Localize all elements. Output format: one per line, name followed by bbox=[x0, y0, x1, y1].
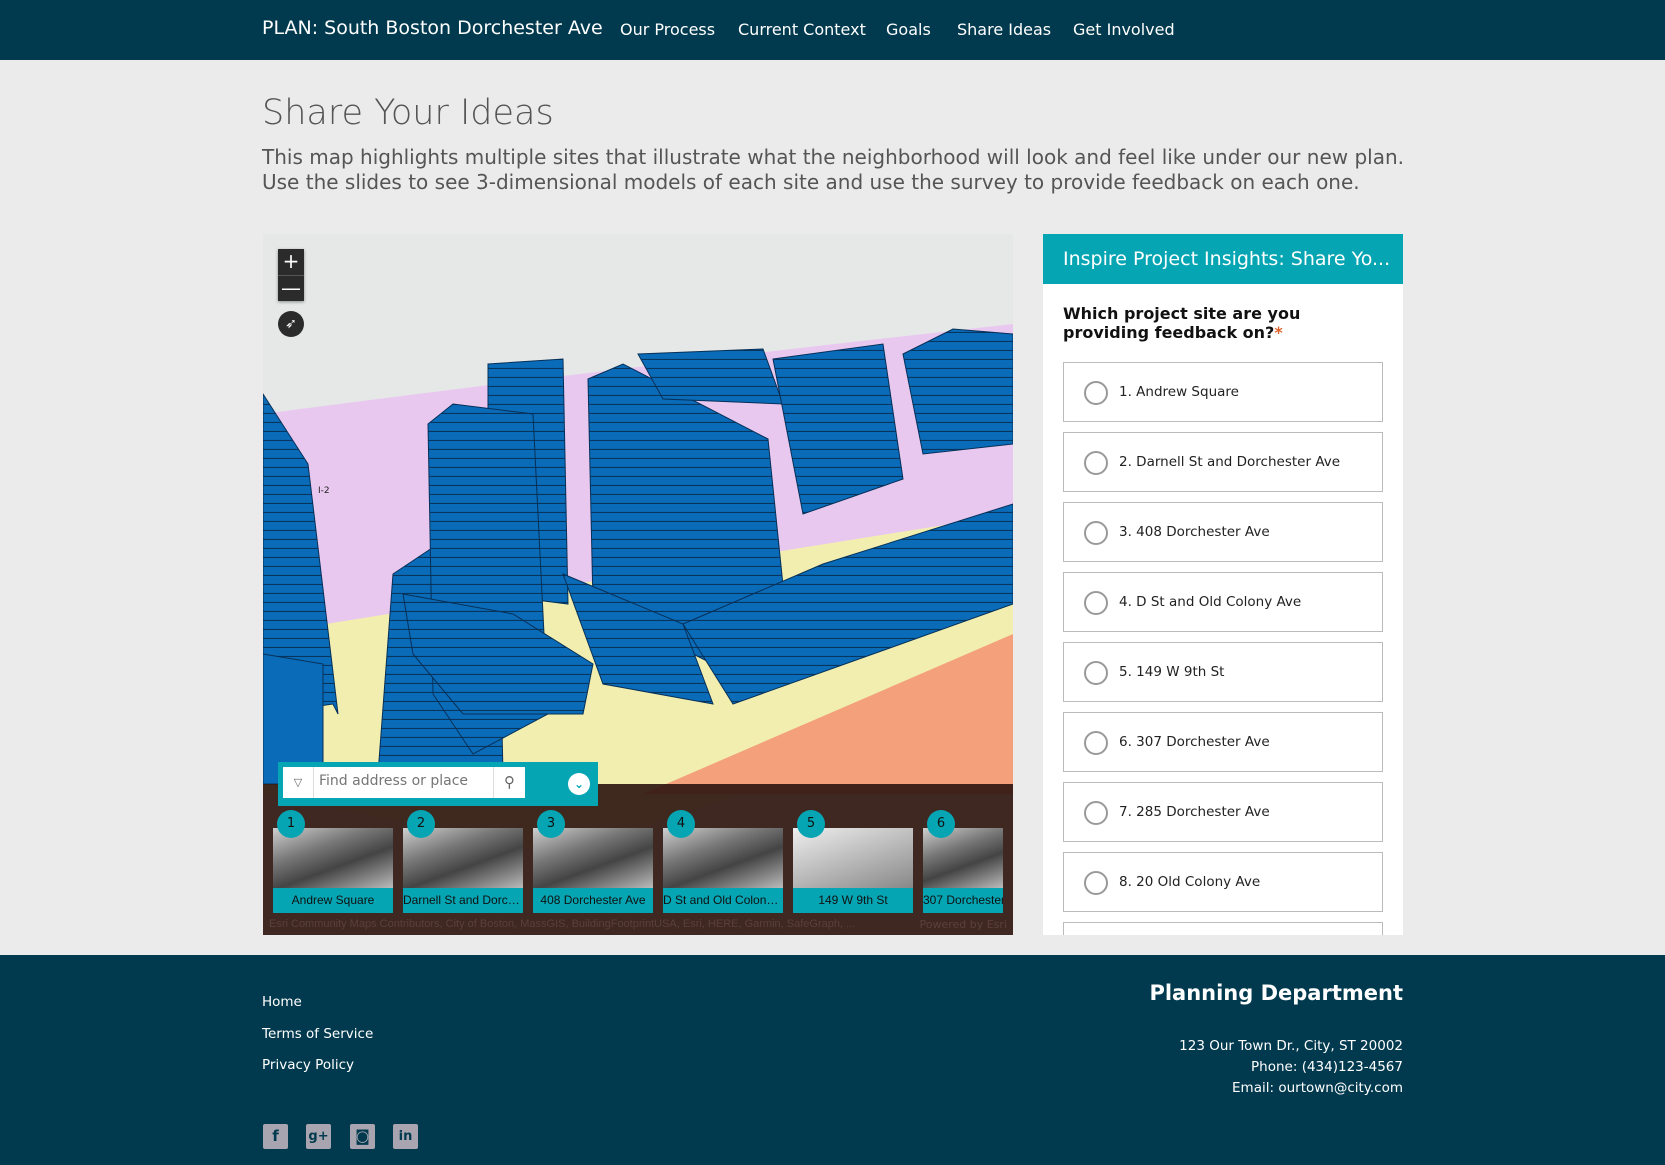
slide-1[interactable]: Andrew Square 1 bbox=[273, 810, 393, 913]
slide-number: 4 bbox=[667, 810, 695, 838]
option-408-dorchester[interactable]: 3. 408 Dorchester Ave bbox=[1063, 502, 1383, 562]
footer: Home Terms of Service Privacy Policy Pla… bbox=[0, 955, 1665, 1165]
survey-panel: Inspire Project Insights: Share Yo... Wh… bbox=[1043, 234, 1403, 935]
slide-label: 307 Dorchester Ave bbox=[923, 888, 1003, 913]
nav-get-involved[interactable]: Get Involved bbox=[1073, 20, 1175, 39]
nav-current-context[interactable]: Current Context bbox=[738, 20, 866, 39]
radio-button[interactable] bbox=[1084, 801, 1108, 825]
zoom-out-button[interactable]: — bbox=[278, 275, 304, 301]
zoom-in-button[interactable]: + bbox=[278, 249, 304, 275]
map-attribution: Esri Community Maps Contributors, City o… bbox=[269, 918, 856, 930]
site-brand[interactable]: PLAN: South Boston Dorchester Ave bbox=[262, 17, 603, 39]
chevron-down-icon[interactable]: ⌄ bbox=[568, 773, 590, 795]
radio-button[interactable] bbox=[1084, 381, 1108, 405]
search-icon[interactable]: ⚲ bbox=[493, 767, 525, 798]
top-nav: PLAN: South Boston Dorchester Ave Our Pr… bbox=[0, 0, 1665, 60]
option-andrew-square[interactable]: 1. Andrew Square bbox=[1063, 362, 1383, 422]
footer-email[interactable]: Email: ourtown@city.com bbox=[1232, 1080, 1403, 1096]
option-label: 6. 307 Dorchester Ave bbox=[1119, 734, 1270, 750]
instagram-icon[interactable]: ◙ bbox=[350, 1124, 375, 1149]
radio-button[interactable] bbox=[1084, 661, 1108, 685]
slide-label: D St and Old Colony Ave bbox=[663, 888, 783, 913]
nav-our-process[interactable]: Our Process bbox=[620, 20, 715, 39]
footer-link-privacy[interactable]: Privacy Policy bbox=[262, 1057, 354, 1073]
footer-link-home[interactable]: Home bbox=[262, 994, 302, 1010]
radio-button[interactable] bbox=[1084, 871, 1108, 895]
option-label: 5. 149 W 9th St bbox=[1119, 664, 1225, 680]
zoom-control: + — bbox=[278, 249, 304, 301]
footer-address: 123 Our Town Dr., City, ST 20002 bbox=[1179, 1038, 1403, 1054]
search-input[interactable] bbox=[319, 773, 484, 789]
option-label: 8. 20 Old Colony Ave bbox=[1119, 874, 1261, 890]
google-plus-icon[interactable]: g+ bbox=[306, 1124, 331, 1149]
option-149-w-9th[interactable]: 5. 149 W 9th St bbox=[1063, 642, 1383, 702]
slide-label: Andrew Square bbox=[273, 888, 393, 913]
slide-5[interactable]: 149 W 9th St 5 bbox=[793, 810, 913, 913]
page-title: Share Your Ideas bbox=[262, 93, 554, 133]
nav-share-ideas[interactable]: Share Ideas bbox=[957, 20, 1051, 39]
option-d-st[interactable]: 4. D St and Old Colony Ave bbox=[1063, 572, 1383, 632]
search-widget: ▽ ⚲ ⌄ bbox=[278, 762, 598, 806]
option-label: 1. Andrew Square bbox=[1119, 384, 1239, 400]
radio-button[interactable] bbox=[1084, 521, 1108, 545]
footer-phone: Phone: (434)123-4567 bbox=[1251, 1059, 1403, 1075]
option-285-dorchester[interactable]: 7. 285 Dorchester Ave bbox=[1063, 782, 1383, 842]
required-marker: * bbox=[1274, 323, 1283, 342]
slide-3[interactable]: 408 Dorchester Ave 3 bbox=[533, 810, 653, 913]
radio-button[interactable] bbox=[1084, 451, 1108, 475]
compass-icon[interactable]: ➶ bbox=[278, 311, 304, 337]
footer-link-terms[interactable]: Terms of Service bbox=[262, 1026, 373, 1042]
survey-title: Inspire Project Insights: Share Yo... bbox=[1043, 234, 1403, 284]
slide-number: 6 bbox=[927, 810, 955, 838]
option-label: 2. Darnell St and Dorchester Ave bbox=[1119, 454, 1341, 470]
slide-2[interactable]: Darnell St and Dorchester Ave 2 bbox=[403, 810, 523, 913]
slide-label: Darnell St and Dorchester Ave bbox=[403, 888, 523, 913]
slide-number: 5 bbox=[797, 810, 825, 838]
option-label: 3. 408 Dorchester Ave bbox=[1119, 524, 1270, 540]
road-label: I-2 bbox=[318, 486, 330, 496]
linkedin-icon[interactable]: in bbox=[393, 1124, 418, 1149]
slide-number: 1 bbox=[277, 810, 305, 838]
facebook-icon[interactable]: f bbox=[263, 1124, 288, 1149]
intro-text: This map highlights multiple sites that … bbox=[262, 145, 1405, 194]
slide-number: 2 bbox=[407, 810, 435, 838]
option-next[interactable] bbox=[1063, 922, 1383, 935]
scene-map[interactable]: I-2 + — ➶ ▽ ⚲ ⌄ Andrew Square 1 Darnell S… bbox=[263, 234, 1013, 935]
slide-4[interactable]: D St and Old Colony Ave 4 bbox=[663, 810, 783, 913]
powered-by-esri[interactable]: Powered by Esri bbox=[919, 918, 1007, 931]
survey-question: Which project site are you providing fee… bbox=[1063, 304, 1383, 342]
nav-goals[interactable]: Goals bbox=[886, 20, 931, 39]
option-20-old-colony[interactable]: 8. 20 Old Colony Ave bbox=[1063, 852, 1383, 912]
option-label: 4. D St and Old Colony Ave bbox=[1119, 594, 1302, 610]
department-name: Planning Department bbox=[1149, 981, 1403, 1005]
slide-6[interactable]: 307 Dorchester Ave 6 bbox=[923, 810, 1003, 913]
option-darnell-st[interactable]: 2. Darnell St and Dorchester Ave bbox=[1063, 432, 1383, 492]
option-label: 7. 285 Dorchester Ave bbox=[1119, 804, 1270, 820]
slide-label: 408 Dorchester Ave bbox=[533, 888, 653, 913]
search-source-dropdown[interactable]: ▽ bbox=[283, 767, 314, 798]
radio-button[interactable] bbox=[1084, 591, 1108, 615]
slide-number: 3 bbox=[537, 810, 565, 838]
option-307-dorchester[interactable]: 6. 307 Dorchester Ave bbox=[1063, 712, 1383, 772]
slide-label: 149 W 9th St bbox=[793, 888, 913, 913]
radio-button[interactable] bbox=[1084, 731, 1108, 755]
question-text: Which project site are you providing fee… bbox=[1063, 304, 1301, 342]
